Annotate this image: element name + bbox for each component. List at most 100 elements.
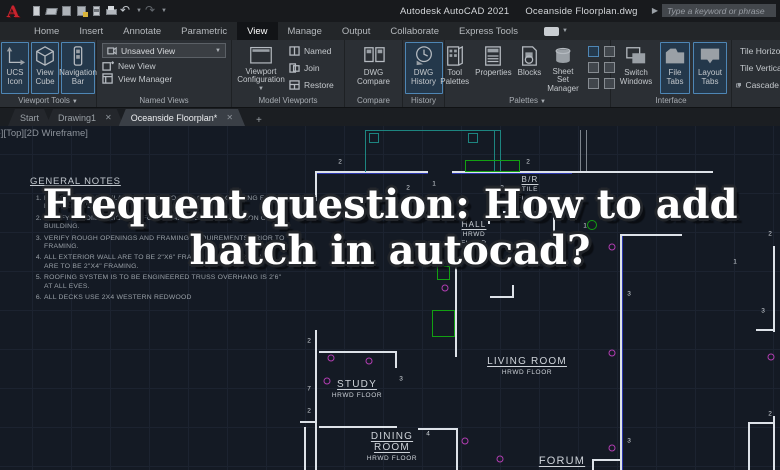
room-name: LIVING ROOM: [487, 356, 567, 367]
lists-palette-icon[interactable]: [587, 77, 599, 89]
room-floor-type: HRWD FLOOR: [501, 369, 553, 376]
wall-segment: [319, 426, 397, 428]
plot-icon[interactable]: [90, 5, 103, 17]
wall-segment: [365, 130, 366, 172]
restore-viewports-button[interactable]: Restore: [289, 80, 334, 90]
named-viewports-icon: [289, 45, 300, 56]
markup-palette-icon[interactable]: [587, 61, 599, 73]
close-icon[interactable]: ✕: [226, 113, 233, 122]
viewport-controls[interactable]: [-][Top][2D Wireframe]: [0, 128, 88, 139]
tile-vertically-button[interactable]: Tile Vertically: [736, 63, 780, 73]
panel-label-palettes[interactable]: Palettes ▼: [445, 95, 610, 107]
tile-horizontally-button[interactable]: Tile Horizontally: [736, 46, 780, 56]
panel-label-named-views[interactable]: Named Views: [97, 95, 231, 107]
room-label-living-room: LIVING ROOM HRWD FLOOR: [487, 356, 567, 376]
redo-icon[interactable]: [145, 4, 158, 17]
file-tab-oceanside-floorplan-[interactable]: Oceanside Floorplan* ✕: [119, 109, 245, 126]
chevron-down-icon[interactable]: ▼: [161, 8, 167, 14]
cascade-icon: [736, 83, 741, 88]
room-floor-type: HRWD FLOOR: [366, 455, 418, 462]
search-input[interactable]: [662, 4, 776, 17]
dimension-number: 2: [526, 158, 530, 166]
viewport-configuration-button[interactable]: Viewport Configuration ▼: [235, 42, 287, 94]
switch-windows-icon: [626, 47, 646, 64]
dimension-number: 3: [627, 290, 631, 298]
panel-label-model-viewports[interactable]: Model Viewports: [232, 95, 344, 107]
view-cube-icon: [36, 46, 54, 66]
new-file-icon[interactable]: [30, 5, 43, 17]
save-as-icon[interactable]: [75, 5, 88, 17]
ribbon-tab-bar: Home Insert Annotate Parametric View Manage Ou…: [0, 22, 780, 40]
app-title: Autodesk AutoCAD 2021: [400, 5, 510, 17]
dwg-history-button[interactable]: DWG History: [404, 42, 443, 94]
print-icon[interactable]: [105, 5, 118, 17]
cascade-button[interactable]: Cascade: [736, 80, 779, 90]
undo-icon[interactable]: [120, 4, 133, 17]
open-icon[interactable]: [45, 5, 58, 17]
ribbon-tab-collaborate[interactable]: Collaborate: [380, 22, 449, 40]
dwg-compare-button[interactable]: DWG Compare: [350, 42, 398, 94]
drawing-canvas[interactable]: [-][Top][2D Wireframe] GENERAL NOTES FOU…: [0, 126, 780, 470]
ribbon-collapse-button[interactable]: ▼: [543, 22, 568, 40]
chevron-down-icon: ▼: [215, 47, 221, 54]
ribbon-tab-annotate[interactable]: Annotate: [113, 22, 171, 40]
file-tab-bar: Start Drawing1 ✕ Oceanside Floorplan* ✕ +: [0, 108, 780, 126]
ribbon-tab-insert[interactable]: Insert: [69, 22, 113, 40]
new-tab-button[interactable]: +: [252, 115, 266, 126]
wall-segment: [418, 428, 458, 430]
file-tab-drawing1[interactable]: Drawing1 ✕: [46, 109, 124, 126]
new-view-button[interactable]: New View: [102, 60, 226, 71]
view-cube-button[interactable]: View Cube: [31, 42, 59, 94]
wall-segment: [586, 130, 587, 171]
electrical-symbol: [496, 455, 504, 463]
wall-segment: [395, 351, 397, 368]
ucs-icon-button[interactable]: UCS Icon: [1, 42, 29, 94]
dimension-number: 7: [307, 385, 311, 393]
panel-label-compare[interactable]: Compare: [345, 95, 402, 107]
close-icon[interactable]: ✕: [105, 113, 112, 122]
autocad-logo-icon[interactable]: A: [0, 2, 26, 21]
view-manager-button[interactable]: View Manager: [102, 73, 226, 84]
ribbon: UCS Icon View Cube Navigation Bar Viewpo…: [0, 40, 780, 108]
named-viewports-button[interactable]: Named: [289, 46, 334, 56]
ribbon-tab-home[interactable]: Home: [24, 22, 69, 40]
command-line-icon[interactable]: [587, 45, 599, 57]
save-icon[interactable]: [60, 5, 73, 17]
wall-segment: [773, 246, 775, 332]
panel-compare: DWG Compare Compare: [345, 40, 403, 107]
ribbon-tab-parametric[interactable]: Parametric: [171, 22, 237, 40]
wall-segment: [319, 351, 397, 353]
panel-label-history[interactable]: History: [403, 95, 444, 107]
switch-windows-button[interactable]: Switch Windows: [615, 42, 657, 94]
ribbon-tab-express-tools[interactable]: Express Tools: [449, 22, 528, 40]
file-tab-label: Start: [20, 112, 40, 123]
search-arrow-icon[interactable]: ▶: [652, 6, 658, 15]
titlebar: A ▼▼ Autodesk AutoCAD 2021 Oceanside Flo…: [0, 0, 780, 22]
room-label-dining-room: DINING ROOM HRWD FLOOR: [367, 431, 417, 462]
tool-palettes-button[interactable]: Tool Palettes: [438, 42, 471, 94]
sheet-set-manager-button[interactable]: Sheet Set Manager: [545, 42, 581, 94]
fixture-symbol: [432, 310, 455, 337]
view-combo[interactable]: Unsaved View ▼: [102, 43, 226, 58]
properties-button[interactable]: Properties: [473, 42, 513, 94]
new-view-icon: [102, 61, 114, 71]
viewport-configuration-icon: [250, 46, 272, 64]
wall-segment: [592, 459, 620, 461]
file-tabs-button[interactable]: File Tabs: [660, 42, 690, 94]
ribbon-tab-view[interactable]: View: [237, 22, 278, 40]
electrical-symbol: [767, 353, 775, 361]
join-viewports-button[interactable]: Join: [289, 63, 334, 73]
electrical-symbol: [461, 437, 469, 445]
ribbon-tab-manage[interactable]: Manage: [278, 22, 332, 40]
navigation-bar-button[interactable]: Navigation Bar: [59, 42, 97, 94]
room-name: ROOM: [374, 442, 410, 453]
fixture-symbol: [465, 160, 520, 172]
ribbon-tab-output[interactable]: Output: [332, 22, 381, 40]
file-tab-start[interactable]: Start: [8, 109, 51, 126]
panel-label-interface[interactable]: Interface: [611, 95, 731, 107]
panel-label-viewport-tools[interactable]: Viewport Tools ▼: [0, 95, 96, 107]
ribbon-collapse-icon: [543, 26, 559, 36]
layout-tabs-button[interactable]: Layout Tabs: [693, 42, 727, 94]
blocks-button[interactable]: Blocks: [516, 42, 544, 94]
chevron-down-icon[interactable]: ▼: [136, 8, 142, 14]
